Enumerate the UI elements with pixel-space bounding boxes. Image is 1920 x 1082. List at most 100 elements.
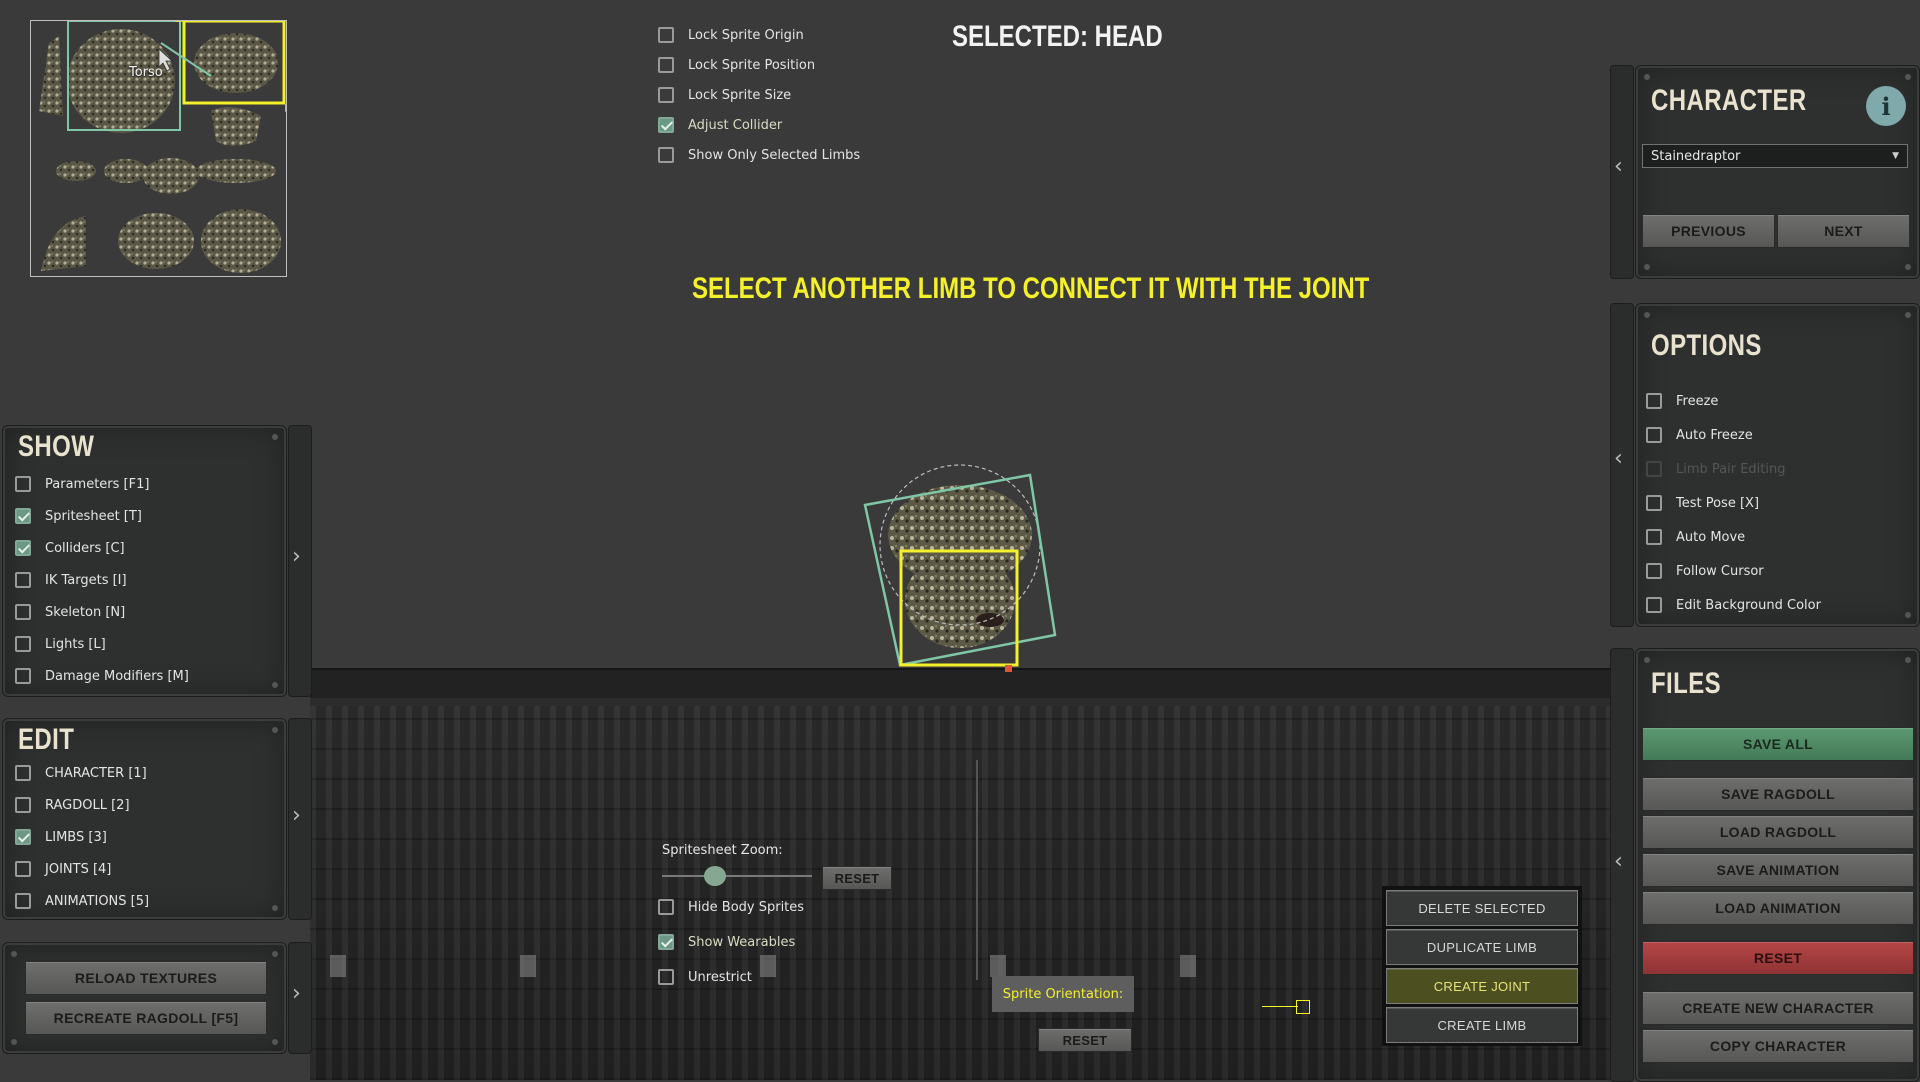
selected-limb-title: SELECTED: HEAD	[952, 20, 1163, 53]
files-panel-toggle-tab[interactable]: ‹	[1610, 648, 1634, 1082]
character-panel-toggle-tab[interactable]: ‹	[1610, 65, 1634, 279]
load-ragdoll-button[interactable]: LOAD RAGDOLL	[1642, 815, 1914, 849]
checkbox-checked-icon	[15, 540, 31, 556]
sprite-orientation-label: Sprite Orientation:	[992, 976, 1134, 1012]
tools-panel: RELOAD TEXTURES RECREATE RAGDOLL [F5]	[2, 942, 287, 1054]
adjust-collider-toggle[interactable]: Adjust Collider	[658, 114, 782, 136]
slider-thumb[interactable]	[704, 866, 726, 886]
show-spritesheet-toggle[interactable]: Spritesheet [T]	[15, 505, 142, 527]
edit-panel-toggle-tab[interactable]: ›	[288, 718, 312, 920]
spritesheet-viewer[interactable]: Torso	[30, 20, 287, 277]
floor-pillar	[760, 955, 776, 977]
checkbox-icon	[15, 476, 31, 492]
reload-textures-button[interactable]: RELOAD TEXTURES	[25, 961, 267, 995]
create-joint-button[interactable]: CREATE JOINT	[1386, 968, 1578, 1004]
freeze-toggle[interactable]: Freeze	[1646, 390, 1718, 412]
sprite-tail	[39, 36, 63, 116]
show-wearables-toggle[interactable]: Show Wearables	[658, 931, 795, 953]
checkbox-icon	[658, 969, 674, 985]
sprite-head	[194, 33, 278, 93]
checkbox-icon	[15, 604, 31, 620]
chevron-left-icon: ‹	[1614, 154, 1623, 179]
chevron-right-icon: ›	[292, 981, 301, 1006]
chevron-down-icon: ▼	[1892, 151, 1899, 161]
checkbox-icon	[658, 57, 674, 73]
lock-sprite-origin-toggle[interactable]: Lock Sprite Origin	[658, 24, 804, 46]
options-panel-toggle-tab[interactable]: ‹	[1610, 303, 1634, 627]
head-sprite	[905, 552, 1015, 648]
files-panel-title: FILES	[1651, 667, 1722, 700]
save-animation-button[interactable]: SAVE ANIMATION	[1642, 853, 1914, 887]
edit-animations-toggle[interactable]: ANIMATIONS [5]	[15, 890, 149, 912]
character-panel: CHARACTER i Stainedraptor ▼ PREVIOUS NEX…	[1635, 65, 1920, 279]
load-animation-button[interactable]: LOAD ANIMATION	[1642, 891, 1914, 925]
checkbox-icon	[15, 797, 31, 813]
follow-cursor-toggle[interactable]: Follow Cursor	[1646, 560, 1764, 582]
create-new-character-button[interactable]: CREATE NEW CHARACTER	[1642, 991, 1914, 1025]
copy-character-button[interactable]: COPY CHARACTER	[1642, 1029, 1914, 1063]
character-dropdown[interactable]: Stainedraptor ▼	[1642, 144, 1908, 168]
edit-limbs-toggle[interactable]: LIMBS [3]	[15, 826, 107, 848]
save-all-button[interactable]: SAVE ALL	[1642, 727, 1914, 761]
zoom-reset-button[interactable]: RESET	[822, 866, 892, 890]
edit-panel: EDIT CHARACTER [1] RAGDOLL [2] LIMBS [3]…	[2, 718, 287, 920]
previous-character-button[interactable]: PREVIOUS	[1642, 214, 1775, 248]
info-icon: i	[1881, 91, 1891, 121]
duplicate-limb-button[interactable]: DUPLICATE LIMB	[1386, 929, 1578, 965]
info-button[interactable]: i	[1866, 86, 1906, 126]
reset-button[interactable]: RESET	[1642, 941, 1914, 975]
show-only-selected-limbs-toggle[interactable]: Show Only Selected Limbs	[658, 144, 860, 166]
checkbox-checked-icon	[658, 117, 674, 133]
floor-pillar	[330, 955, 346, 977]
spritesheet-zoom-slider[interactable]	[662, 866, 812, 886]
floor-band-lower	[310, 698, 1610, 706]
checkbox-icon	[1646, 563, 1662, 579]
test-pose-toggle[interactable]: Test Pose [X]	[1646, 492, 1759, 514]
slider-track	[662, 875, 812, 877]
hide-body-sprites-toggle[interactable]: Hide Body Sprites	[658, 896, 804, 918]
show-panel: SHOW Parameters [F1] Spritesheet [T] Col…	[2, 425, 287, 697]
checkbox-icon	[658, 87, 674, 103]
tools-panel-toggle-tab[interactable]: ›	[288, 942, 312, 1054]
recreate-ragdoll-button[interactable]: RECREATE RAGDOLL [F5]	[25, 1001, 267, 1035]
checkbox-icon	[1646, 427, 1662, 443]
show-lights-toggle[interactable]: Lights [L]	[15, 633, 106, 655]
create-limb-button[interactable]: CREATE LIMB	[1386, 1007, 1578, 1043]
show-skeleton-toggle[interactable]: Skeleton [N]	[15, 601, 125, 623]
character-preview[interactable]	[850, 455, 1070, 685]
show-damage-modifiers-toggle[interactable]: Damage Modifiers [M]	[15, 665, 189, 687]
next-character-button[interactable]: NEXT	[1777, 214, 1910, 248]
checkbox-icon	[15, 636, 31, 652]
checkbox-icon	[15, 861, 31, 877]
options-panel-title: OPTIONS	[1651, 329, 1762, 362]
auto-freeze-toggle[interactable]: Auto Freeze	[1646, 424, 1753, 446]
character-panel-title: CHARACTER	[1651, 84, 1807, 117]
orientation-handle[interactable]	[1262, 1000, 1312, 1014]
orientation-reset-button[interactable]: RESET	[1038, 1028, 1132, 1052]
show-colliders-toggle[interactable]: Colliders [C]	[15, 537, 125, 559]
show-ik-targets-toggle[interactable]: IK Targets [I]	[15, 569, 127, 591]
sprite-jaw	[211, 107, 261, 146]
edit-joints-toggle[interactable]: JOINTS [4]	[15, 858, 111, 880]
checkbox-icon	[1646, 393, 1662, 409]
edit-background-color-toggle[interactable]: Edit Background Color	[1646, 594, 1821, 616]
auto-move-toggle[interactable]: Auto Move	[1646, 526, 1745, 548]
chevron-left-icon: ‹	[1614, 849, 1623, 874]
save-ragdoll-button[interactable]: SAVE RAGDOLL	[1642, 777, 1914, 811]
show-parameters-toggle[interactable]: Parameters [F1]	[15, 473, 149, 495]
options-panel: OPTIONS Freeze Auto Freeze Limb Pair Edi…	[1635, 303, 1920, 627]
limb-pair-editing-toggle: Limb Pair Editing	[1646, 458, 1786, 480]
lock-sprite-size-toggle[interactable]: Lock Sprite Size	[658, 84, 791, 106]
spritesheet-zoom-label: Spritesheet Zoom:	[662, 843, 783, 858]
show-panel-toggle-tab[interactable]: ›	[288, 425, 312, 697]
show-panel-title: SHOW	[18, 430, 95, 463]
lock-sprite-position-toggle[interactable]: Lock Sprite Position	[658, 54, 815, 76]
checkbox-icon	[658, 899, 674, 915]
edit-ragdoll-toggle[interactable]: RAGDOLL [2]	[15, 794, 130, 816]
delete-selected-button[interactable]: DELETE SELECTED	[1386, 890, 1578, 926]
checkbox-checked-icon	[15, 508, 31, 524]
checkbox-icon	[15, 572, 31, 588]
unrestrict-toggle[interactable]: Unrestrict	[658, 966, 752, 988]
checkbox-checked-icon	[15, 829, 31, 845]
edit-character-toggle[interactable]: CHARACTER [1]	[15, 762, 147, 784]
